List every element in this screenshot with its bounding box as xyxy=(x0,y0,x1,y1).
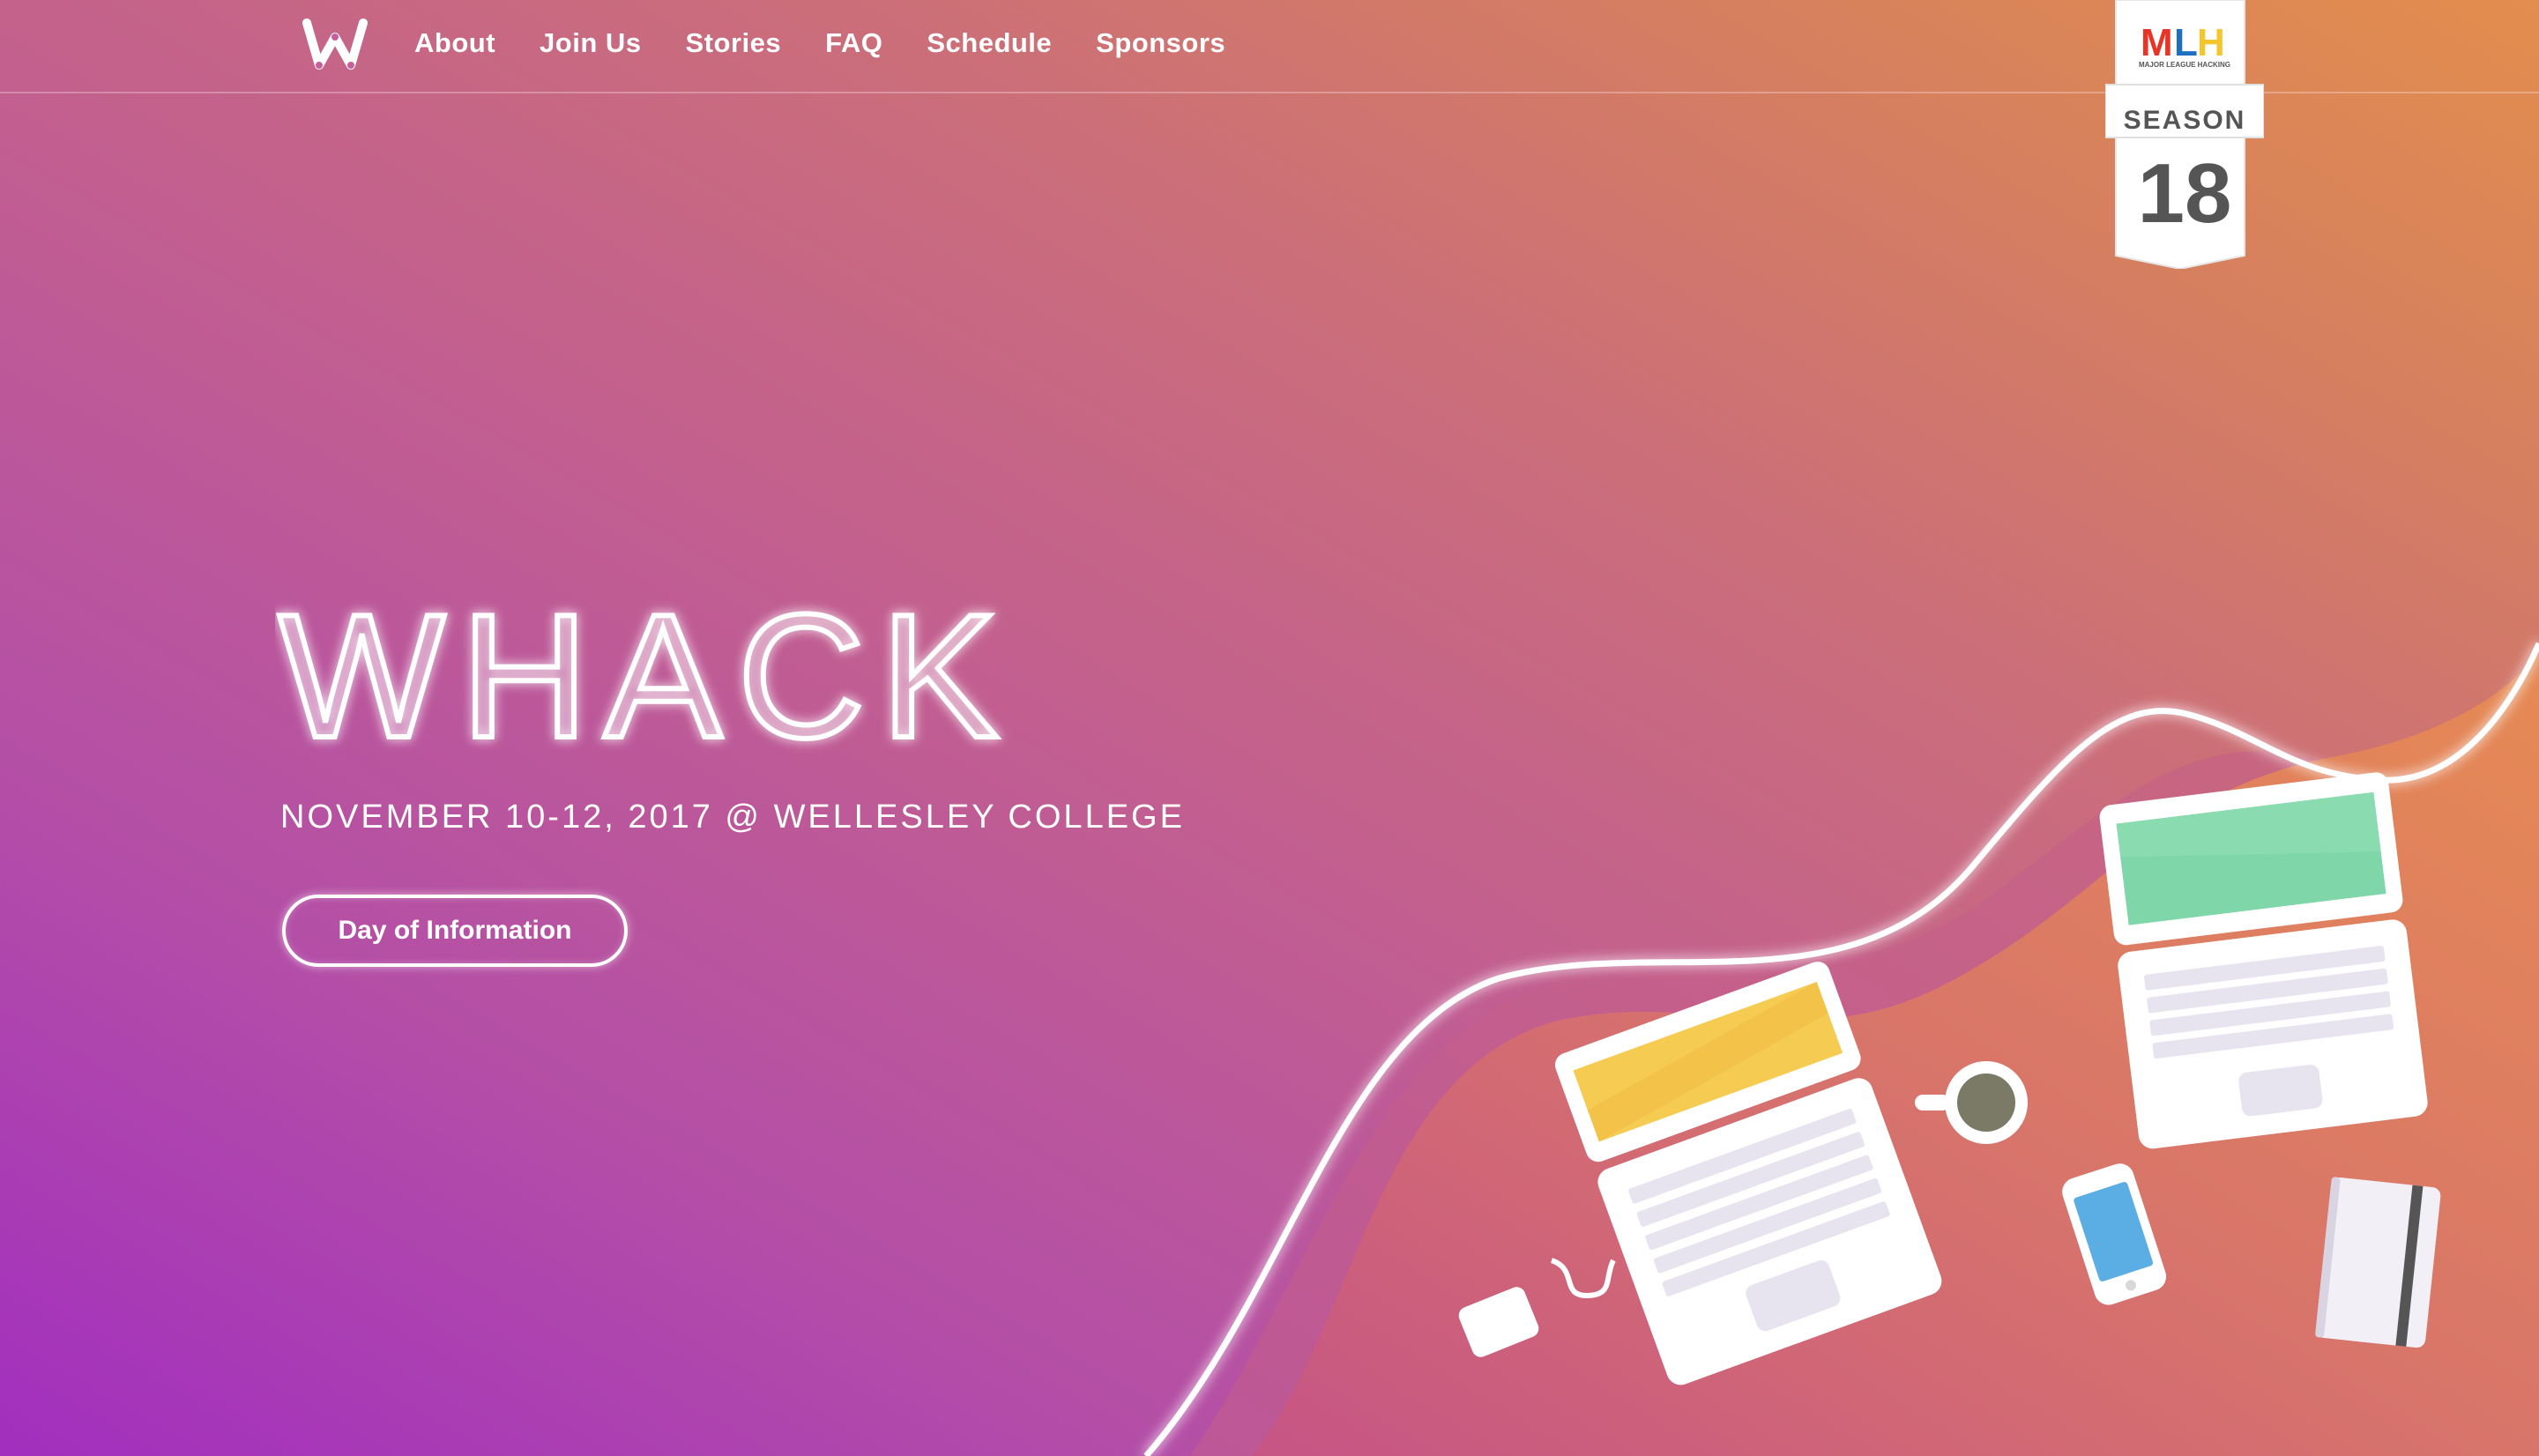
mlh-logo: M L H MAJOR LEAGUE HACKING xyxy=(2139,21,2230,69)
nav-link-join-us[interactable]: Join Us xyxy=(540,27,641,59)
whack-w-logo-icon[interactable] xyxy=(300,16,370,74)
mlh-season-badge[interactable]: M L H MAJOR LEAGUE HACKING SEASON 18 xyxy=(2105,0,2264,269)
mlh-season-label: SEASON xyxy=(2124,106,2246,135)
laptop-icon xyxy=(2099,772,2428,1149)
smartphone-icon xyxy=(2062,1163,2167,1305)
neon-wave-line xyxy=(1143,642,2539,1456)
hero-date-location: NOVEMBER 10-12, 2017 @ WELLESLEY COLLEGE xyxy=(280,799,1185,836)
nav-link-faq[interactable]: FAQ xyxy=(825,27,882,59)
wave-shape-front xyxy=(1252,652,2539,1456)
wave-shape-back xyxy=(1190,705,2539,1456)
nav-link-about[interactable]: About xyxy=(414,27,495,59)
nav-links: About Join Us Stories FAQ Schedule Spons… xyxy=(414,27,1225,59)
nav-link-stories[interactable]: Stories xyxy=(686,27,782,59)
nav-link-sponsors[interactable]: Sponsors xyxy=(1096,27,1225,59)
mouse-icon xyxy=(1458,1258,1616,1357)
mlh-logo-l: L xyxy=(2174,21,2198,64)
hero-title-text: WHACK xyxy=(279,591,1014,758)
mlh-logo-m: M xyxy=(2141,21,2173,64)
mlh-logo-subtext: MAJOR LEAGUE HACKING xyxy=(2139,61,2230,69)
notebook-icon xyxy=(2315,1177,2441,1348)
mlh-logo-h: H xyxy=(2197,21,2225,64)
mlh-season-number: 18 xyxy=(2138,146,2232,241)
coffee-cup-icon xyxy=(1915,1061,2028,1144)
day-of-information-button[interactable]: Day of Information xyxy=(282,895,628,967)
nav-link-schedule[interactable]: Schedule xyxy=(927,27,1052,59)
hero-title: WHACK xyxy=(276,591,1014,758)
laptop-icon xyxy=(1554,962,1942,1385)
